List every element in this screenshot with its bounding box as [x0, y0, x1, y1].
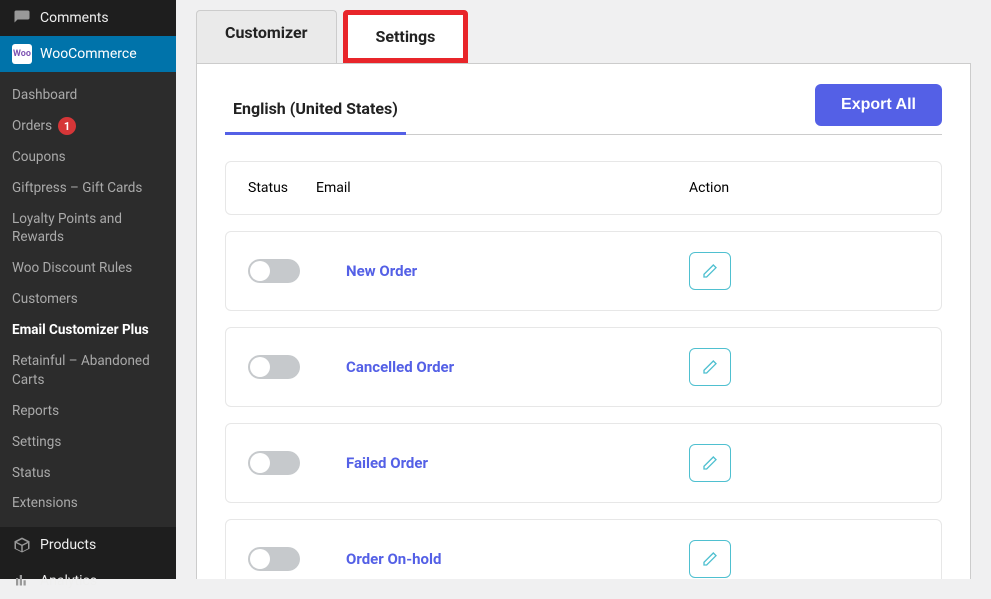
toggle-failed-order[interactable] — [248, 451, 300, 475]
tab-settings[interactable]: Settings — [343, 10, 469, 63]
email-row-cancelled-order: Cancelled Order — [225, 327, 942, 407]
pencil-icon — [702, 359, 718, 375]
sidebar-sub-loyalty[interactable]: Loyalty Points and Rewards — [0, 204, 176, 254]
sidebar-sub-status[interactable]: Status — [0, 458, 176, 489]
edit-button-cancelled-order[interactable] — [689, 348, 731, 386]
sidebar-sub-settings[interactable]: Settings — [0, 427, 176, 458]
email-row-order-on-hold: Order On-hold — [225, 519, 942, 579]
email-link-cancelled-order[interactable]: Cancelled Order — [346, 358, 454, 376]
woocommerce-submenu: Dashboard Orders 1 Coupons Giftpress – G… — [0, 72, 176, 527]
header-status: Status — [248, 180, 316, 196]
toggle-order-on-hold[interactable] — [248, 547, 300, 571]
analytics-icon — [12, 571, 32, 591]
language-tabs-row: English (United States) Export All — [225, 84, 942, 135]
toggle-knob — [250, 261, 270, 281]
sidebar-label-analytics: Analytics — [40, 573, 97, 589]
sidebar-sub-email-customizer[interactable]: Email Customizer Plus — [0, 315, 176, 346]
pencil-icon — [702, 455, 718, 471]
header-email: Email — [316, 180, 689, 196]
pencil-icon — [702, 263, 718, 279]
settings-panel: English (United States) Export All Statu… — [196, 64, 971, 579]
toggle-knob — [250, 357, 270, 377]
tab-customizer[interactable]: Customizer — [196, 10, 337, 63]
orders-count-badge: 1 — [58, 117, 76, 135]
edit-button-order-on-hold[interactable] — [689, 540, 731, 578]
header-action: Action — [689, 180, 919, 196]
toggle-cancelled-order[interactable] — [248, 355, 300, 379]
sidebar-label-products: Products — [40, 537, 96, 553]
sidebar-item-woocommerce[interactable]: Woo WooCommerce — [0, 36, 176, 72]
pencil-icon — [702, 551, 718, 567]
toggle-new-order[interactable] — [248, 259, 300, 283]
sidebar-sub-orders[interactable]: Orders 1 — [0, 111, 176, 142]
email-link-order-on-hold[interactable]: Order On-hold — [346, 550, 441, 568]
sidebar-sub-extensions[interactable]: Extensions — [0, 488, 176, 519]
products-icon — [12, 535, 32, 555]
email-link-failed-order[interactable]: Failed Order — [346, 454, 428, 472]
sidebar-sub-giftpress[interactable]: Giftpress – Gift Cards — [0, 173, 176, 204]
sidebar-sub-discount[interactable]: Woo Discount Rules — [0, 253, 176, 284]
sidebar-label-woocommerce: WooCommerce — [40, 46, 137, 62]
sidebar-sub-coupons[interactable]: Coupons — [0, 142, 176, 173]
sidebar-item-analytics[interactable]: Analytics — [0, 563, 176, 599]
export-all-button[interactable]: Export All — [815, 84, 942, 126]
email-row-failed-order: Failed Order — [225, 423, 942, 503]
sidebar-sub-reports[interactable]: Reports — [0, 396, 176, 427]
main-content: Customizer Settings English (United Stat… — [176, 0, 991, 579]
email-link-new-order[interactable]: New Order — [346, 262, 417, 280]
edit-button-failed-order[interactable] — [689, 444, 731, 482]
admin-sidebar: Comments Woo WooCommerce Dashboard Order… — [0, 0, 176, 579]
email-table-header: Status Email Action — [225, 161, 942, 215]
sidebar-sub-customers[interactable]: Customers — [0, 284, 176, 315]
toggle-knob — [250, 549, 270, 569]
sidebar-sub-dashboard[interactable]: Dashboard — [0, 80, 176, 111]
main-tabs: Customizer Settings — [196, 10, 971, 64]
sidebar-item-comments[interactable]: Comments — [0, 0, 176, 36]
woocommerce-icon: Woo — [12, 44, 32, 64]
edit-button-new-order[interactable] — [689, 252, 731, 290]
sidebar-item-products[interactable]: Products — [0, 527, 176, 563]
subtab-english[interactable]: English (United States) — [225, 85, 406, 135]
sidebar-sub-retainful[interactable]: Retainful – Abandoned Carts — [0, 346, 176, 396]
sidebar-label-comments: Comments — [40, 10, 109, 26]
toggle-knob — [250, 453, 270, 473]
email-row-new-order: New Order — [225, 231, 942, 311]
comment-icon — [12, 8, 32, 28]
